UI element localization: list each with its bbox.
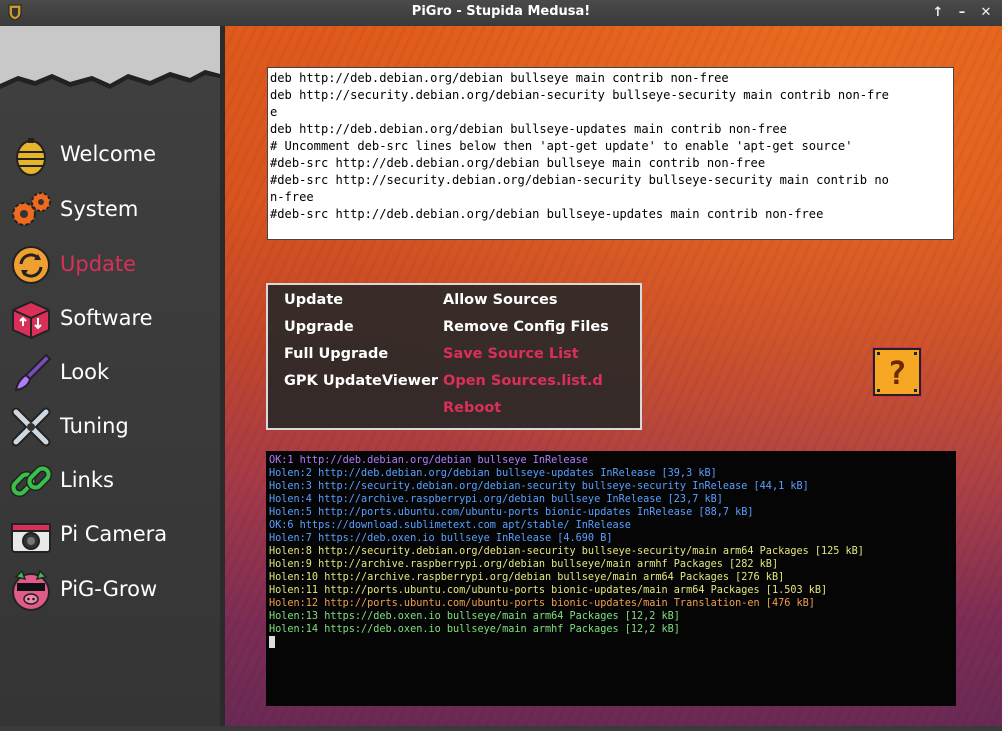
refresh-icon [12, 246, 50, 284]
sidebar-item-pig-grow[interactable]: PiG-Grow [6, 565, 216, 615]
gpk-updateviewer-button[interactable]: GPK UpdateViewer [284, 373, 438, 389]
remove-config-files-button[interactable]: Remove Config Files [443, 319, 609, 335]
terminal-line: Holen:8 http://security.debian.org/debia… [269, 546, 864, 557]
terminal-line: Holen:7 https://deb.oxen.io bullseye InR… [269, 533, 613, 544]
paintbrush-icon [14, 353, 52, 392]
minimize-button[interactable]: – [952, 3, 972, 23]
terminal-line: Holen:13 https://deb.oxen.io bullseye/ma… [269, 611, 680, 622]
terminal-line: Holen:4 http://archive.raspberrypi.org/d… [269, 494, 723, 505]
terminal-line: Holen:14 https://deb.oxen.io bullseye/ma… [269, 624, 680, 635]
wrench-tools-icon [11, 407, 51, 447]
terminal-output[interactable]: OK:1 http://deb.debian.org/debian bullse… [266, 451, 956, 706]
maximize-button[interactable]: ↑ [928, 3, 948, 23]
terminal-line: OK:6 https://download.sublimetext.com ap… [269, 520, 631, 531]
sidebar-item-welcome[interactable]: Welcome [6, 130, 216, 180]
chain-link-icon [9, 464, 53, 498]
package-box-icon [12, 300, 50, 340]
terminal-line: Holen:12 http://ports.ubuntu.com/ubuntu-… [269, 598, 815, 609]
sidebar-item-label: Look [60, 360, 110, 384]
sidebar-item-label: Pi Camera [60, 522, 168, 546]
sidebar-item-label: System [60, 197, 139, 221]
sidebar-item-look[interactable]: Look [6, 348, 216, 398]
sidebar-item-label: Links [60, 468, 114, 492]
terminal-line: Holen:11 http://ports.ubuntu.com/ubuntu-… [269, 585, 828, 596]
terminal-cursor [269, 636, 275, 648]
sources-list-text[interactable]: deb http://deb.debian.org/debian bullsey… [270, 70, 953, 223]
update-button[interactable]: Update [284, 292, 343, 308]
sidebar-item-label: Welcome [60, 142, 157, 166]
bee-hive-icon [16, 138, 46, 176]
full-upgrade-button[interactable]: Full Upgrade [284, 346, 388, 362]
close-button[interactable]: ✕ [976, 3, 996, 23]
title-bar: PiGro - Stupida Medusa! ↑ – ✕ [0, 0, 1002, 26]
terminal-line: Holen:2 http://deb.debian.org/debian bul… [269, 468, 717, 479]
torn-paper-decoration [0, 26, 220, 89]
sidebar-item-label: Tuning [60, 414, 129, 438]
open-sources-list-d-button[interactable]: Open Sources.list.d [443, 373, 603, 389]
terminal-line: Holen:5 http://ports.ubuntu.com/ubuntu-p… [269, 507, 754, 518]
terminal-line: OK:1 http://deb.debian.org/debian bullse… [269, 455, 588, 466]
terminal-line: Holen:9 http://archive.raspberrypi.org/d… [269, 559, 779, 570]
save-source-list-button[interactable]: Save Source List [443, 346, 579, 362]
question-glyph: ? [887, 354, 906, 392]
sidebar-item-pi-camera[interactable]: Pi Camera [6, 510, 216, 560]
sidebar-item-label: Software [60, 306, 153, 330]
upgrade-button[interactable]: Upgrade [284, 319, 354, 335]
terminal-line: Holen:3 http://security.debian.org/debia… [269, 481, 809, 492]
window-title: PiGro - Stupida Medusa! [411, 4, 591, 19]
sources-list-editor[interactable]: deb http://deb.debian.org/debian bullsey… [267, 67, 954, 240]
pig-mascot-icon [12, 569, 50, 611]
sidebar-item-links[interactable]: Links [6, 456, 216, 506]
sidebar-item-software[interactable]: Software [6, 294, 216, 344]
sidebar-item-label: PiG-Grow [60, 577, 158, 601]
sidebar-item-update[interactable]: Update [6, 240, 216, 290]
sidebar-item-system[interactable]: System [6, 185, 216, 235]
gears-icon [12, 192, 51, 226]
terminal-line: Holen:10 http://archive.raspberrypi.org/… [269, 572, 785, 583]
sidebar-item-label: Update [60, 252, 137, 276]
allow-sources-button[interactable]: Allow Sources [443, 292, 558, 308]
sidebar: Welcome System Update Software Look Tuni… [0, 26, 220, 726]
camera-icon [11, 523, 51, 553]
sidebar-item-tuning[interactable]: Tuning [6, 402, 216, 452]
reboot-button[interactable]: Reboot [443, 400, 501, 416]
terminal-text: OK:1 http://deb.debian.org/debian bullse… [266, 451, 956, 649]
bottom-border [0, 726, 1002, 731]
question-block-icon[interactable]: ? [871, 346, 923, 398]
